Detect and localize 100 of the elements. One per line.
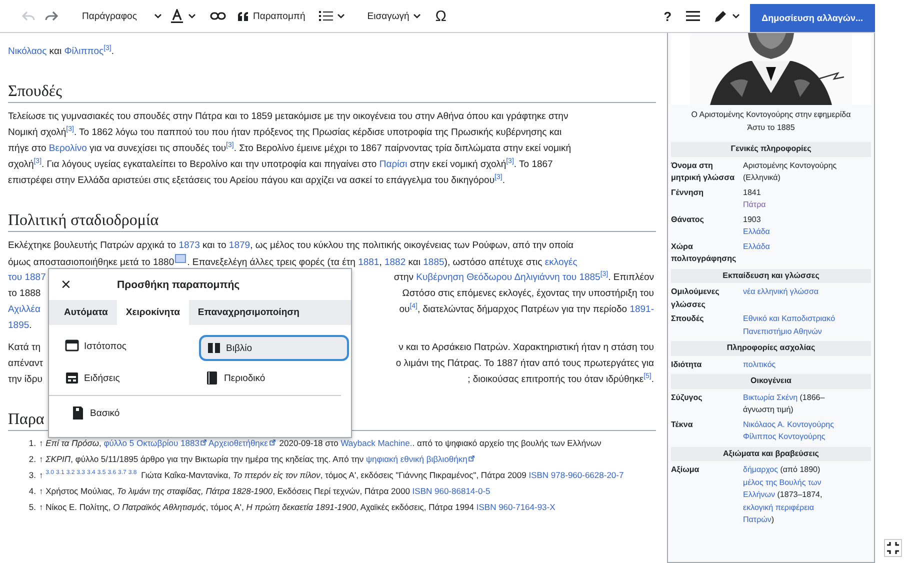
text-link[interactable]: ISBN 960-86814-0-5: [412, 486, 490, 496]
caret-icon[interactable]: [188, 12, 196, 20]
newspaper-icon: [65, 371, 79, 385]
text-link[interactable]: Ελλάδα: [743, 227, 770, 236]
redo-icon[interactable]: [44, 10, 58, 22]
tab[interactable]: Αυτόματα: [55, 300, 117, 325]
reference-link[interactable]: [3]: [506, 158, 514, 165]
text-link[interactable]: Πάτρα: [743, 200, 766, 209]
external-link-icon[interactable]: [468, 455, 476, 462]
body-text: ο λιμάνι της Πάτρας. Το 1887 ήταν από τους πρωτεργάτες για: [396, 357, 654, 371]
list-icon[interactable]: [319, 10, 334, 22]
publish-button[interactable]: Δημοσίευση αλλαγών...: [750, 4, 875, 32]
backlink[interactable]: 3.4: [87, 470, 96, 476]
external-link-icon[interactable]: [200, 439, 208, 446]
external-link[interactable]: Αρχειοθετήθηκε: [208, 438, 268, 448]
backlink[interactable]: 3.3: [76, 470, 85, 476]
backlink[interactable]: 3.6: [108, 470, 116, 476]
text-link[interactable]: δήμαρχος: [743, 465, 778, 474]
text-link[interactable]: Πατρών: [743, 515, 772, 524]
caret-icon[interactable]: [413, 12, 422, 20]
text-link[interactable]: Εθνικό και Καποδιστριακό: [743, 314, 836, 323]
infobox-label: Τέκνα: [671, 418, 694, 430]
backlink[interactable]: 3.0: [46, 470, 54, 476]
format-dropdown[interactable]: Παράγραφος: [82, 10, 150, 22]
text-link[interactable]: Βερολίνο: [48, 143, 87, 154]
text-link[interactable]: Νικόλαος Α. Κοντογούρης: [743, 420, 834, 428]
text-link[interactable]: Φίλιππος Κοντογούρης: [743, 432, 826, 441]
backlink[interactable]: 3.5: [97, 470, 106, 476]
text-link[interactable]: Φίλιππος: [64, 46, 104, 57]
body-text: απέναντ: [8, 357, 44, 371]
insert-dropdown[interactable]: Εισαγωγή: [367, 10, 410, 22]
infobox-heading: Γενικές πληροφορίες: [671, 142, 871, 156]
external-link[interactable]: φύλλο 5 Οκτωβρίου 1883: [104, 438, 200, 448]
text-link[interactable]: Αχιλλέα: [8, 304, 40, 315]
reference-link[interactable]: [3]: [104, 45, 112, 52]
pencil-icon[interactable]: [714, 9, 728, 23]
backlink[interactable]: 3.2: [66, 470, 75, 476]
reference-link[interactable]: [3]: [34, 158, 42, 165]
reference-marker[interactable]: [175, 254, 186, 263]
caret-icon[interactable]: [337, 12, 346, 20]
external-link[interactable]: ψηφιακή εθνική βιβλιοθήκη: [366, 454, 468, 464]
template-option[interactable]: Ιστότοπος: [59, 335, 199, 357]
text-link[interactable]: ISBN 960-7164-93-X: [476, 502, 556, 512]
caret-icon[interactable]: [154, 12, 162, 20]
close-button[interactable]: ×: [51, 274, 81, 294]
body-text: το 1888: [8, 287, 41, 301]
text-link[interactable]: νέα ελληνική γλώσσα: [743, 287, 819, 296]
text-link[interactable]: Ελλήνων: [743, 490, 776, 499]
text-link[interactable]: εκλογές: [544, 257, 578, 268]
text-link[interactable]: 1879: [228, 240, 250, 251]
collapse-icon[interactable]: [884, 539, 902, 557]
tab[interactable]: Επαναχρησιμοποίηση: [188, 300, 308, 325]
help-button[interactable]: ?: [664, 8, 672, 24]
text-link[interactable]: 1882: [384, 257, 406, 268]
text-link[interactable]: ISBN 978-960-6628-20-7: [528, 470, 624, 480]
tab[interactable]: Χειροκίνητα: [116, 300, 189, 325]
reference-link[interactable]: [3]: [66, 126, 74, 133]
text-link[interactable]: Παρίσι: [379, 159, 408, 170]
reference-link[interactable]: [3]: [600, 271, 608, 278]
infobox-heading: Πληροφορίες ασχολίας: [671, 341, 871, 356]
list-number: 3.: [28, 469, 37, 482]
external-link-icon[interactable]: [268, 439, 276, 446]
text-link[interactable]: 1885: [423, 257, 444, 268]
text-link[interactable]: 1873: [178, 240, 200, 251]
infobox-label: Σπουδές: [671, 313, 705, 325]
text-link[interactable]: 1891-: [630, 304, 654, 315]
menu-icon[interactable]: [686, 10, 700, 22]
reference-link[interactable]: [4]: [410, 303, 418, 310]
reference-link[interactable]: [3]: [226, 142, 234, 149]
backlink[interactable]: 3.8: [128, 470, 137, 476]
reference-link[interactable]: [3]: [494, 174, 502, 181]
text-link[interactable]: Πανεπιστήμιο Αθηνών: [743, 326, 822, 336]
text-link[interactable]: Κυβέρνηση Θεόδωρου Δηλιγιάννη του 1885: [416, 272, 600, 283]
template-option[interactable]: Βιβλίο: [199, 335, 349, 361]
list-number: 2.: [28, 453, 37, 466]
text-link[interactable]: 1881: [358, 257, 380, 268]
infobox-value: άγνωστη τιμή): [743, 404, 794, 416]
text-style-icon[interactable]: [170, 9, 184, 23]
text-link[interactable]: 1895: [8, 320, 30, 331]
text-link[interactable]: Ελλάδα: [743, 242, 770, 250]
text-link[interactable]: Βικτωρία Σκένη: [743, 392, 798, 402]
body-text: Κατά τη: [8, 341, 40, 355]
template-option[interactable]: Περιοδικό: [199, 367, 349, 389]
text-link[interactable]: εκλογική περιφέρεια: [743, 502, 814, 512]
backlink[interactable]: 3.7: [118, 470, 126, 476]
template-option[interactable]: Ειδήσεις: [59, 367, 199, 389]
backlink[interactable]: 3.1: [56, 470, 64, 476]
text-link[interactable]: πολιτικός: [743, 360, 776, 368]
section-heading: Σπουδές: [8, 81, 656, 103]
text-link[interactable]: μέλος της Βουλής των: [743, 478, 822, 486]
text-link[interactable]: Νικόλαος: [8, 46, 47, 57]
text-link[interactable]: του 1887: [8, 272, 46, 283]
text-link[interactable]: Wayback Machine.: [340, 438, 412, 448]
reference-text: ↑ Επί τα Πρόσω, φύλλο 5 Οκτωβρίου 1883 Αρχειοθετήθηκε 2020-09-18 στο Wayback Machine.. από το ψηφιακό αρχείο της βουλής των Ελλήνων: [39, 437, 602, 450]
special-character-button[interactable]: Ω: [435, 8, 446, 24]
reference-text: ↑ Νίκος Ε. Πολίτης, Ο Πατραϊκός Αθλητισμός, τόμος Α', Η πρώτη δεκαετία 1891-1900, Αχαϊκές εκδόσεις, Πάτρα 1994 ISBN 960-7164-93-X: [39, 501, 556, 514]
cite-button[interactable]: Παραπομπή: [238, 10, 306, 22]
caret-icon[interactable]: [732, 12, 740, 20]
link-icon[interactable]: [210, 11, 226, 21]
reference-link[interactable]: [5]: [644, 373, 652, 380]
